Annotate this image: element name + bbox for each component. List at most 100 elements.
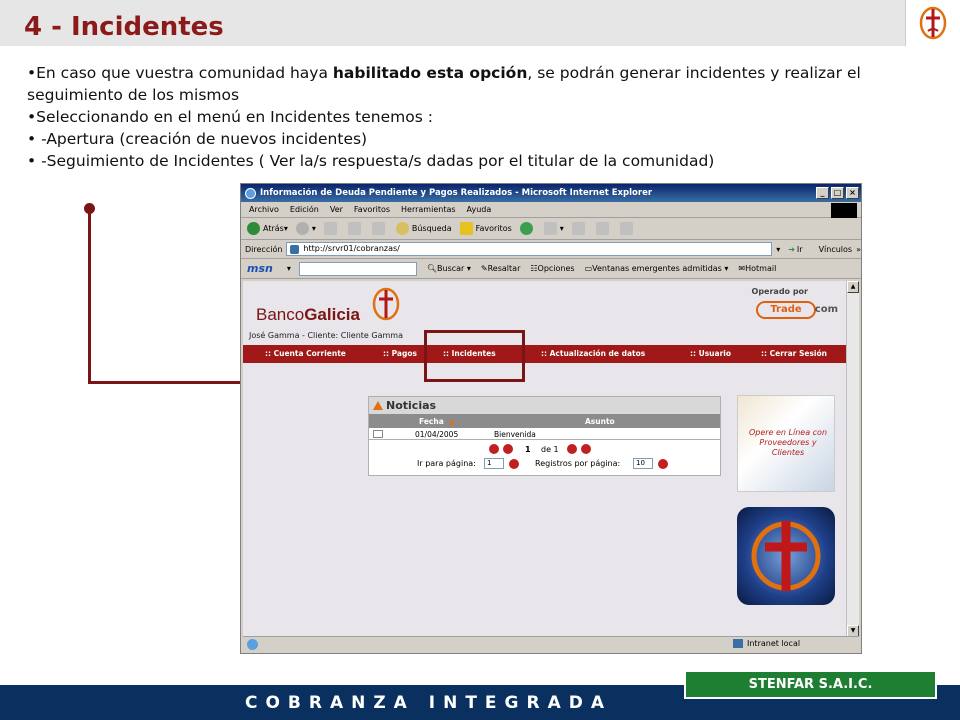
- nav-usuario[interactable]: :: Usuario: [690, 349, 731, 358]
- ie-status-icon: [247, 638, 258, 650]
- ie-icon: [245, 187, 256, 199]
- scroll-up-button[interactable]: ▲: [847, 281, 859, 293]
- options-button[interactable]: ☷Opciones: [530, 264, 574, 273]
- row-asunto[interactable]: Bienvenida: [494, 430, 536, 439]
- nav-cuenta-corriente[interactable]: :: Cuenta Corriente: [265, 349, 346, 358]
- address-label: Dirección: [245, 244, 283, 254]
- msn-dropdown[interactable]: ▾: [287, 264, 291, 273]
- page-viewport: BancoGalicia Operado por Trade com José …: [243, 281, 846, 637]
- pager: 1 de 1: [369, 442, 720, 456]
- menu-edicion[interactable]: Edición: [290, 205, 319, 214]
- minimize-button[interactable]: _: [816, 187, 829, 199]
- back-button[interactable]: Atrás ▾: [247, 222, 288, 235]
- triangle-icon: [373, 401, 383, 410]
- bullet-3: • -Apertura (creación de nuevos incident…: [27, 130, 368, 148]
- col-asunto[interactable]: Asunto: [585, 417, 615, 426]
- discuss-button[interactable]: [619, 222, 636, 235]
- highlight-button[interactable]: ✎Resaltar: [481, 264, 520, 273]
- row-fecha: 01/04/2005: [415, 430, 459, 439]
- operated-by-label: Operado por: [751, 287, 808, 296]
- options-icon: ☷: [530, 264, 538, 273]
- go-arrow-icon[interactable]: ➔: [788, 245, 795, 254]
- col-fecha[interactable]: Fecha: [419, 417, 444, 426]
- forward-button[interactable]: ▾: [295, 222, 316, 235]
- more-chevron-icon[interactable]: »: [856, 245, 861, 254]
- ad-banner-emblem[interactable]: [737, 507, 835, 605]
- print-button[interactable]: [571, 222, 588, 235]
- edit-icon: [595, 222, 609, 235]
- edit-button[interactable]: [595, 222, 612, 235]
- trade-logo: Trade: [756, 301, 816, 319]
- browser-window: Información de Deuda Pendiente y Pagos R…: [240, 183, 862, 654]
- mail-button[interactable]: ▾: [543, 222, 564, 235]
- connector-vertical-line: [88, 210, 91, 384]
- next-page-icon[interactable]: [567, 444, 577, 454]
- mail-icon: [543, 222, 557, 235]
- address-bar: Dirección http://srvr01/cobranzas/ ▾ ➔ I…: [241, 240, 861, 259]
- sort-up-icon[interactable]: ▲: [449, 417, 455, 426]
- page-of: de 1: [541, 445, 559, 454]
- cross-emblem-icon: [751, 521, 821, 591]
- address-dropdown[interactable]: ▾: [776, 245, 780, 254]
- prev-page-icon[interactable]: [503, 444, 513, 454]
- pencil-icon: ✎: [480, 264, 488, 273]
- msn-search-input[interactable]: [298, 261, 417, 276]
- windows-flag-icon: [831, 203, 857, 218]
- history-icon: [519, 222, 533, 235]
- hotmail-button[interactable]: ✉Hotmail: [738, 264, 776, 273]
- trade-com-label: com: [814, 304, 838, 315]
- menu-bar: Archivo Edición Ver Favoritos Herramient…: [241, 202, 861, 218]
- per-page-go-icon[interactable]: [658, 459, 668, 469]
- nav-bar: :: Cuenta Corriente :: Pagos :: Incident…: [243, 345, 846, 363]
- links-button[interactable]: Vínculos: [819, 245, 853, 254]
- intranet-icon: [733, 639, 743, 648]
- search-icon: 🔍︎: [426, 264, 438, 273]
- go-button[interactable]: Ir: [797, 245, 803, 254]
- user-line: José Gamma - Cliente: Cliente Gamma: [249, 331, 403, 340]
- msn-search-button[interactable]: 🔍︎Buscar ▾: [427, 264, 471, 273]
- bullet-4: • -Seguimiento de Incidentes ( Ver la/s …: [27, 152, 715, 170]
- maximize-button[interactable]: □: [831, 187, 844, 199]
- menu-ver[interactable]: Ver: [330, 205, 343, 214]
- address-input[interactable]: http://srvr01/cobranzas/: [286, 242, 773, 256]
- history-button[interactable]: [519, 222, 536, 235]
- search-icon: [395, 222, 409, 235]
- table-row[interactable]: 01/04/2005 Bienvenida: [369, 428, 720, 440]
- nav-pagos[interactable]: :: Pagos: [383, 349, 417, 358]
- browser-titlebar: Información de Deuda Pendiente y Pagos R…: [241, 184, 861, 202]
- bullet-1: •En caso que vuestra comunidad haya habi…: [27, 64, 861, 104]
- stop-button[interactable]: [323, 222, 340, 235]
- close-button[interactable]: ×: [846, 187, 859, 199]
- home-button[interactable]: [371, 222, 388, 235]
- nav-cerrar-sesion[interactable]: :: Cerrar Sesión: [761, 349, 827, 358]
- envelope-icon: [373, 430, 383, 438]
- popups-button[interactable]: ▭Ventanas emergentes admitidas ▾: [585, 264, 729, 273]
- refresh-icon: [347, 222, 361, 235]
- incidentes-highlight-box: [424, 330, 525, 382]
- news-columns: Fecha ▲ Asunto: [369, 414, 720, 428]
- menu-ayuda[interactable]: Ayuda: [467, 205, 492, 214]
- goto-label: Ir para página:: [417, 459, 476, 468]
- vertical-scrollbar[interactable]: ▲ ▼: [846, 281, 859, 637]
- search-button[interactable]: Búsqueda: [395, 222, 452, 235]
- msn-logo: msn: [247, 262, 273, 275]
- ad-banner-proveedores[interactable]: Opere en Línea con Proveedores y Cliente…: [737, 395, 835, 492]
- stop-icon: [323, 222, 337, 235]
- goto-go-icon[interactable]: [509, 459, 519, 469]
- browser-title: Información de Deuda Pendiente y Pagos R…: [260, 188, 653, 198]
- first-page-icon[interactable]: [489, 444, 499, 454]
- status-zone: Intranet local: [733, 639, 800, 648]
- favorites-button[interactable]: Favoritos: [459, 222, 512, 235]
- goto-input[interactable]: 1: [484, 458, 504, 469]
- menu-archivo[interactable]: Archivo: [249, 205, 279, 214]
- nav-actualizacion-datos[interactable]: :: Actualización de datos: [541, 349, 645, 358]
- refresh-button[interactable]: [347, 222, 364, 235]
- menu-favoritos[interactable]: Favoritos: [354, 205, 390, 214]
- slide-title: 4 - Incidentes: [24, 12, 224, 42]
- star-icon: [459, 222, 473, 235]
- menu-herramientas[interactable]: Herramientas: [401, 205, 456, 214]
- per-page-input[interactable]: 10: [633, 458, 653, 469]
- last-page-icon[interactable]: [581, 444, 591, 454]
- footer-text: COBRANZA INTEGRADA: [245, 693, 612, 713]
- cross-emblem-icon: [919, 6, 947, 40]
